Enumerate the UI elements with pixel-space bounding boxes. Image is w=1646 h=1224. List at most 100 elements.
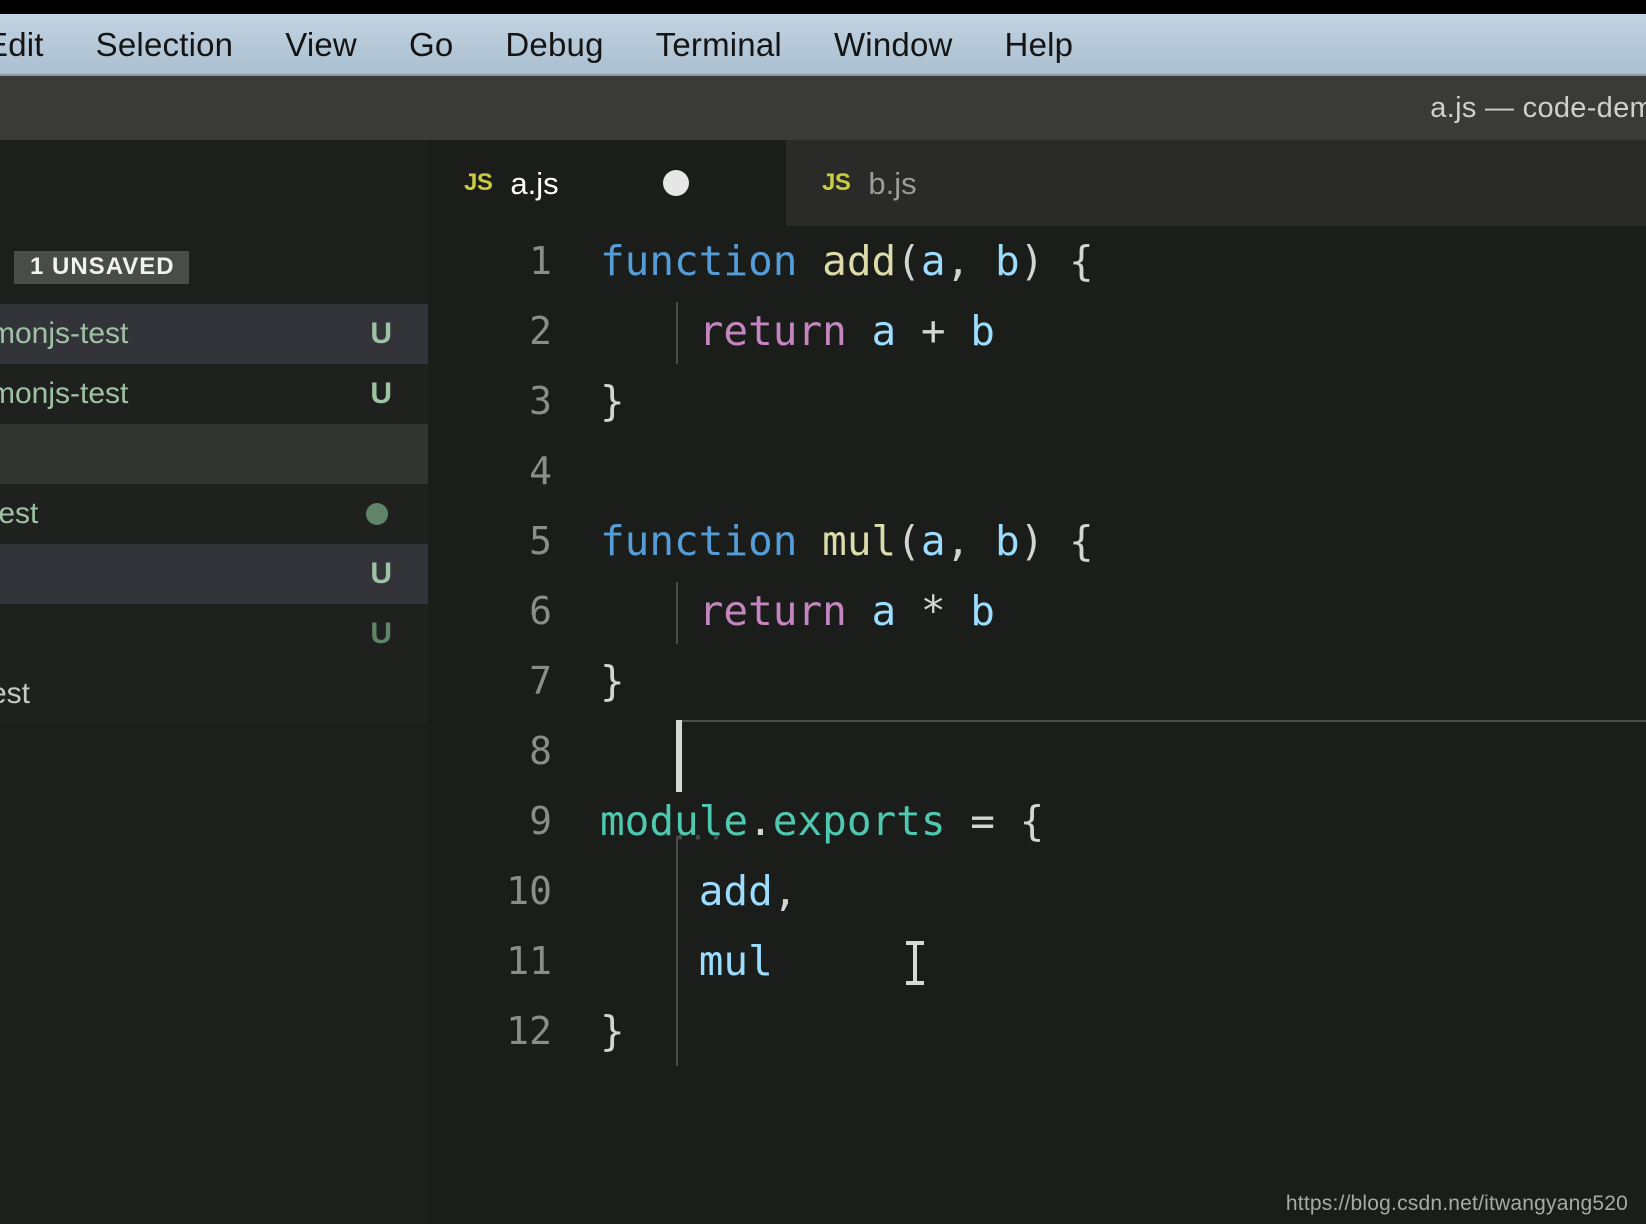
menu-item-view[interactable]: View (259, 28, 383, 61)
indent-guide (676, 836, 678, 1066)
sidebar-list-item[interactable]: test (0, 484, 428, 544)
untracked-status-letter: U (370, 617, 392, 650)
code-token: b (994, 236, 1020, 285)
line-number: 5 (529, 519, 552, 563)
code-line[interactable]: 3} (428, 366, 1646, 436)
code-line[interactable]: 10 add, (428, 856, 1646, 926)
code-line[interactable]: 1 function add(a, b) { (428, 226, 1646, 296)
menu-item-window[interactable]: Window (808, 28, 979, 61)
menu-item-selection[interactable]: Selection (70, 28, 260, 61)
line-number: 11 (506, 939, 552, 983)
code-token: return (698, 586, 847, 635)
top-black-strip (0, 0, 1646, 14)
unsaved-dot-icon[interactable] (662, 170, 689, 196)
sidebar-list-item[interactable] (0, 424, 428, 484)
code-line-text: module.exports = { (600, 800, 1646, 842)
line-number: 12 (506, 1009, 552, 1053)
code-line-text: function add(a, b) { (600, 240, 1646, 282)
menu-item-go[interactable]: Go (383, 28, 479, 61)
code-line[interactable]: 4 (428, 436, 1646, 506)
current-line-highlight (676, 720, 1646, 722)
menu-item-help[interactable]: Help (979, 28, 1100, 61)
editor-tab-b-js[interactable]: JS b.js (786, 140, 1142, 226)
code-line-text: } (600, 380, 1646, 422)
indent-guide (676, 582, 678, 644)
code-token: a (871, 306, 897, 355)
code-token: , (945, 516, 995, 565)
code-token: * (896, 586, 971, 635)
modified-status-dot-icon (366, 503, 388, 525)
line-number: 6 (529, 589, 552, 633)
code-token: , (772, 866, 798, 915)
line-number: 1 (529, 239, 552, 283)
line-number: 9 (529, 799, 552, 843)
code-line-text: } (600, 660, 1646, 702)
code-token: + (896, 306, 971, 355)
code-line-text: return a * b (600, 590, 1646, 632)
sidebar-list-item[interactable]: monjs-test U (0, 304, 428, 364)
code-token: b (970, 586, 995, 635)
menu-item-edit[interactable]: Edit (0, 28, 70, 61)
sidebar-item-label: test (0, 497, 39, 530)
code-token: ( (896, 236, 921, 285)
code-token: return (698, 306, 847, 355)
code-line[interactable]: 6 return a * b (428, 576, 1646, 646)
code-line[interactable]: 8 (428, 716, 1646, 786)
code-line[interactable]: 11 mul (428, 926, 1646, 996)
code-token: mul (698, 936, 773, 985)
mouse-ibeam-cursor (906, 941, 924, 985)
code-token: . (748, 796, 773, 845)
title-bar: a.js — code-dem (0, 76, 1646, 140)
untracked-status-letter: U (370, 557, 392, 590)
unsaved-badge-row: 1 UNSAVED (0, 244, 428, 290)
code-token: a (920, 236, 946, 285)
sidebar-list-item[interactable]: est (0, 664, 428, 724)
tab-label: a.js (510, 165, 559, 201)
menu-item-terminal[interactable]: Terminal (630, 28, 808, 61)
code-line-text: mul (600, 940, 1646, 982)
code-line[interactable]: 12} (428, 996, 1646, 1066)
sidebar-explorer[interactable]: 1 UNSAVED monjs-testUmonjs-testUtestUUes… (0, 140, 428, 1224)
sidebar-list-item[interactable]: U (0, 604, 428, 664)
code-token: exports (772, 796, 946, 845)
folded-region-dots-icon: ··· (671, 821, 726, 856)
code-line[interactable]: 7} (428, 646, 1646, 716)
untracked-status-letter: U (370, 377, 392, 410)
editor-tab-bar: JS a.js JS b.js (428, 140, 1646, 226)
code-editor[interactable]: 1 function add(a, b) {2 return a + b 3} 4 5 f… (428, 226, 1646, 1224)
sidebar-item-label: monjs-test (0, 377, 129, 410)
code-token: add (822, 236, 897, 285)
sidebar-list-item[interactable]: monjs-test U (0, 364, 428, 424)
code-token: mul (822, 516, 897, 565)
sidebar-list-item[interactable]: U (0, 544, 428, 604)
code-token: a (920, 516, 946, 565)
indent-guide (676, 302, 678, 364)
code-token: function (600, 516, 798, 565)
code-line[interactable]: 9 module.exports = { (428, 786, 1646, 856)
code-line[interactable]: 5 function mul(a, b) { (428, 506, 1646, 576)
code-line-text: add, (600, 870, 1646, 912)
editor-area: JS a.js JS b.js 1 function add(a, b) {2 retu… (428, 140, 1646, 1224)
code-token: } (600, 1006, 625, 1055)
code-token: b (970, 306, 995, 355)
code-token: ) { (1019, 516, 1094, 565)
menu-item-debug[interactable]: Debug (479, 28, 629, 61)
window-title: a.js — code-dem (1430, 91, 1646, 124)
code-token: ) { (1019, 236, 1094, 285)
code-line[interactable]: 2 return a + b (428, 296, 1646, 366)
code-line-text: function mul(a, b) { (600, 520, 1646, 562)
code-line-text: } (600, 1010, 1646, 1052)
untracked-status-letter: U (370, 317, 392, 350)
code-token: ( (896, 516, 921, 565)
code-token: } (600, 656, 625, 705)
js-file-icon: JS (822, 169, 851, 196)
code-token: , (945, 236, 995, 285)
editor-tab-a-js[interactable]: JS a.js (428, 140, 786, 226)
